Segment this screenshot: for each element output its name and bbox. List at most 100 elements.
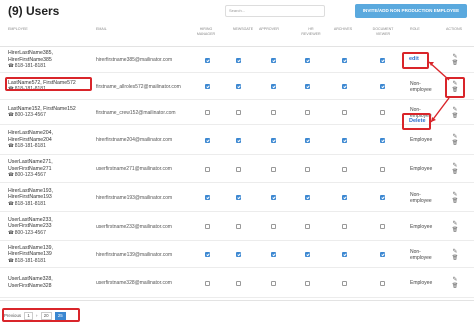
permission-checkbox[interactable] xyxy=(380,84,385,89)
permission-checkbox[interactable] xyxy=(205,110,210,115)
permission-checkbox[interactable] xyxy=(271,110,276,115)
role-cell[interactable]: Employee xyxy=(410,166,432,172)
trash-icon[interactable]: 🗑 xyxy=(449,283,461,289)
permission-checkbox[interactable] xyxy=(342,137,347,143)
permission-checkbox[interactable] xyxy=(271,252,276,257)
permission-checkbox[interactable] xyxy=(342,57,347,63)
permission-checkbox[interactable] xyxy=(305,57,310,63)
trash-icon[interactable]: 🗑 xyxy=(449,140,461,146)
permission-checkbox[interactable] xyxy=(380,110,385,115)
permission-checkbox[interactable] xyxy=(205,137,210,143)
permission-checkbox[interactable] xyxy=(205,84,210,89)
col-archives[interactable]: ARCHIVES xyxy=(332,27,354,32)
page-size-20[interactable]: 20 xyxy=(40,312,52,320)
permission-checkbox[interactable] xyxy=(342,224,347,229)
permission-checkbox[interactable] xyxy=(380,252,385,257)
permission-checkbox[interactable] xyxy=(236,166,241,172)
permission-checkbox[interactable] xyxy=(305,110,310,115)
employee-name[interactable]: UserLastName328, xyxy=(8,276,53,283)
permission-checkbox[interactable] xyxy=(380,195,385,200)
permission-checkbox[interactable] xyxy=(236,224,241,229)
permission-checkbox[interactable] xyxy=(305,166,310,172)
page-number[interactable]: 1 xyxy=(24,312,33,320)
employee-first-name[interactable]: UserFirstName233 xyxy=(8,223,53,230)
employee-name[interactable]: HirerLastName139, xyxy=(8,245,53,252)
permission-checkbox[interactable] xyxy=(236,84,241,89)
search-input[interactable]: Search... xyxy=(225,5,325,17)
employee-first-name[interactable]: UserFirstName328 xyxy=(8,283,53,290)
employee-name[interactable]: HirerLastName385, xyxy=(8,50,53,57)
col-role[interactable]: ROLE xyxy=(410,27,420,32)
previous-link[interactable]: Previous xyxy=(4,313,21,318)
trash-icon[interactable]: 🗑 xyxy=(449,227,461,233)
permission-checkbox[interactable] xyxy=(236,252,241,257)
permission-checkbox[interactable] xyxy=(305,195,310,200)
trash-icon[interactable]: 🗑 xyxy=(449,169,461,175)
trash-icon[interactable]: 🗑 xyxy=(449,255,461,261)
permission-checkbox[interactable] xyxy=(305,252,310,257)
col-employee[interactable]: EMPLOYEE xyxy=(8,27,28,32)
permission-checkbox[interactable] xyxy=(236,137,241,143)
permission-checkbox[interactable] xyxy=(205,280,210,286)
permission-checkbox[interactable] xyxy=(205,224,210,229)
col-email[interactable]: EMAIL xyxy=(96,27,107,32)
delete-option[interactable]: Delete xyxy=(409,118,426,124)
permission-checkbox[interactable] xyxy=(271,195,276,200)
pencil-icon[interactable]: ✎ xyxy=(449,220,461,227)
permission-checkbox[interactable] xyxy=(205,57,210,63)
trash-icon[interactable]: 🗑 xyxy=(449,198,461,204)
col-hr-reviewer[interactable]: HR REVIEWER xyxy=(300,27,322,36)
permission-checkbox[interactable] xyxy=(236,195,241,200)
permission-checkbox[interactable] xyxy=(380,57,385,63)
pencil-icon[interactable]: ✎ xyxy=(449,248,461,255)
col-approver[interactable]: APPROVER xyxy=(258,27,280,32)
permission-checkbox[interactable] xyxy=(236,57,241,63)
employee-first-name[interactable]: UserFirstName271 xyxy=(8,166,53,173)
employee-name[interactable]: HirerLastName204, xyxy=(8,130,53,137)
role-cell[interactable]: Non-employee xyxy=(410,249,432,261)
employee-first-name[interactable]: HirerFirstName385 xyxy=(8,57,53,64)
edit-option[interactable]: edit xyxy=(409,56,419,62)
permission-checkbox[interactable] xyxy=(271,57,276,63)
permission-checkbox[interactable] xyxy=(305,137,310,143)
permission-checkbox[interactable] xyxy=(271,280,276,286)
invite-employee-button[interactable]: INVITE/ADD NON PRODUCTION EMPLOYEE xyxy=(355,4,467,18)
permission-checkbox[interactable] xyxy=(305,224,310,229)
permission-checkbox[interactable] xyxy=(342,110,347,115)
permission-checkbox[interactable] xyxy=(271,224,276,229)
col-newsgate[interactable]: NEWSGATE xyxy=(232,27,254,32)
permission-checkbox[interactable] xyxy=(205,195,210,200)
employee-name[interactable]: LastName152, FirstName152 xyxy=(8,106,76,113)
permission-checkbox[interactable] xyxy=(342,84,347,89)
employee-name[interactable]: UserLastName271, xyxy=(8,159,53,166)
permission-checkbox[interactable] xyxy=(380,166,385,172)
page-size-25[interactable]: 25 xyxy=(54,312,66,320)
role-cell[interactable]: Employee xyxy=(410,137,432,143)
pencil-icon[interactable]: ✎ xyxy=(449,276,461,283)
employee-first-name[interactable]: HirerFirstName204 xyxy=(8,137,53,144)
role-cell[interactable]: Employee xyxy=(410,224,432,230)
permission-checkbox[interactable] xyxy=(342,166,347,172)
permission-checkbox[interactable] xyxy=(271,166,276,172)
employee-first-name[interactable]: HirerFirstName139 xyxy=(8,251,53,258)
employee-first-name[interactable]: HirerFirstName193 xyxy=(8,194,53,201)
permission-checkbox[interactable] xyxy=(205,166,210,172)
permission-checkbox[interactable] xyxy=(236,280,241,286)
permission-checkbox[interactable] xyxy=(236,110,241,115)
permission-checkbox[interactable] xyxy=(305,280,310,286)
permission-checkbox[interactable] xyxy=(205,252,210,257)
col-document-viewer[interactable]: DOCUMENT VIEWER xyxy=(370,27,396,36)
pencil-icon[interactable]: ✎ xyxy=(449,133,461,140)
pencil-icon[interactable]: ✎ xyxy=(449,191,461,198)
permission-checkbox[interactable] xyxy=(380,137,385,143)
role-cell[interactable]: Non-employee xyxy=(410,192,432,204)
permission-checkbox[interactable] xyxy=(380,224,385,229)
permission-checkbox[interactable] xyxy=(271,137,276,143)
permission-checkbox[interactable] xyxy=(271,84,276,89)
employee-name[interactable]: UserLastName233, xyxy=(8,217,53,224)
col-hiring-manager[interactable]: HIRING MANAGER xyxy=(195,27,217,36)
role-cell[interactable]: Employee xyxy=(410,280,432,286)
permission-checkbox[interactable] xyxy=(305,84,310,89)
permission-checkbox[interactable] xyxy=(380,280,385,286)
permission-checkbox[interactable] xyxy=(342,252,347,257)
